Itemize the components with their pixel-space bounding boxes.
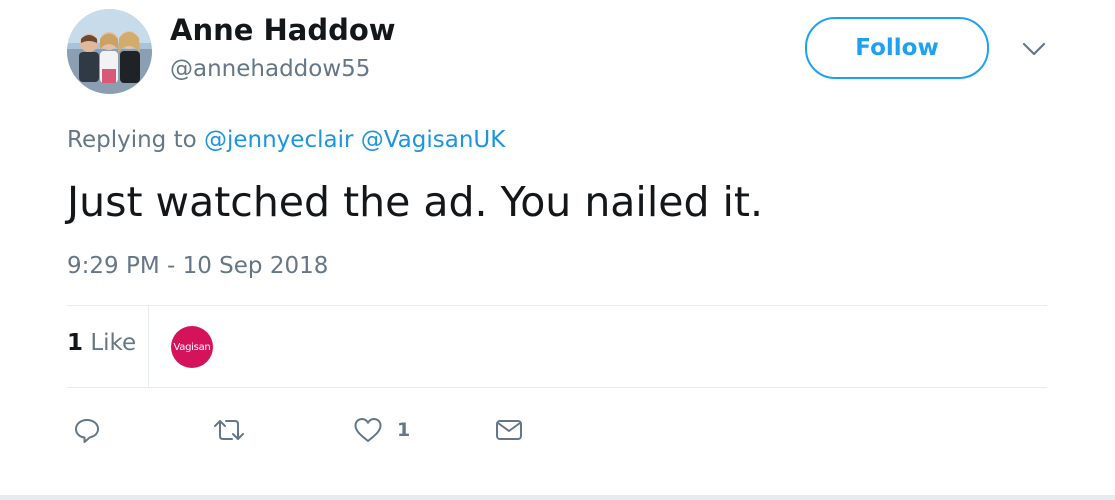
- reply-icon: [75, 419, 99, 443]
- like-count: 1: [397, 419, 411, 441]
- replying-to-context: Replying to @jennyeclair @VagisanUK: [67, 127, 505, 153]
- profile-photo-image: [67, 9, 152, 94]
- direct-message-button[interactable]: [494, 410, 524, 450]
- tweet-timestamp[interactable]: 9:29 PM - 10 Sep 2018: [67, 253, 328, 279]
- tweet-menu-button[interactable]: [1020, 38, 1048, 62]
- mention-link[interactable]: @VagisanUK: [361, 127, 506, 153]
- mention-link[interactable]: @jennyeclair: [204, 127, 353, 153]
- heart-icon: [354, 418, 382, 442]
- retweet-button[interactable]: [212, 410, 246, 450]
- chevron-down-icon: [1022, 42, 1046, 56]
- likes-count: 1: [67, 330, 84, 356]
- likes-label: Like: [90, 330, 137, 356]
- likes-stat[interactable]: 1 Like: [67, 330, 136, 356]
- like-button[interactable]: 1: [353, 410, 410, 450]
- replying-to-label: Replying to: [67, 127, 197, 153]
- envelope-icon: [496, 420, 522, 440]
- author-avatar[interactable]: [67, 9, 152, 94]
- tweet-text: Just watched the ad. You nailed it.: [67, 178, 763, 226]
- reply-button[interactable]: [73, 410, 101, 450]
- stat-separator: [148, 306, 149, 388]
- retweet-icon: [214, 420, 244, 440]
- tweet-actions: 1: [67, 410, 1047, 450]
- tweet-stats: 1 Like Vagisan: [67, 306, 1047, 388]
- tweet-bottom-border: [0, 495, 1115, 500]
- liker-avatar[interactable]: Vagisan: [171, 326, 213, 368]
- author-screen-name[interactable]: @annehaddow55: [170, 56, 370, 82]
- follow-button[interactable]: Follow: [805, 17, 989, 79]
- author-display-name[interactable]: Anne Haddow: [170, 13, 396, 47]
- liker-avatar-logo: Vagisan: [173, 341, 211, 353]
- divider: [67, 387, 1047, 388]
